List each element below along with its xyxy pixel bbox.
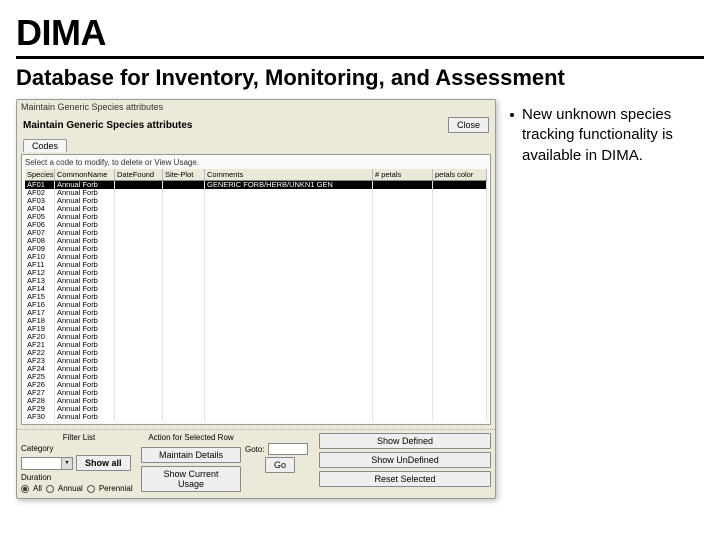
table-row[interactable]: AF05Annual Forb xyxy=(25,213,487,221)
table-row[interactable]: AF29Annual Forb xyxy=(25,405,487,413)
table-row[interactable]: AF08Annual Forb xyxy=(25,237,487,245)
col-comments[interactable]: Comments xyxy=(205,169,373,180)
show-all-button[interactable]: Show all xyxy=(76,455,131,471)
window-titlebar: Maintain Generic Species attributes xyxy=(17,100,495,114)
filter-title: Filter List xyxy=(21,433,137,442)
radio-all[interactable] xyxy=(21,485,29,493)
table-row[interactable]: AF01Annual ForbGENERIC FORB/HERB/UNKN1 G… xyxy=(25,181,487,189)
show-undefined-button[interactable]: Show UnDefined xyxy=(319,452,491,468)
go-button[interactable]: Go xyxy=(265,457,295,473)
table-row[interactable]: AF23Annual Forb xyxy=(25,357,487,365)
show-usage-button[interactable]: Show Current Usage xyxy=(141,466,241,492)
reset-selected-button[interactable]: Reset Selected xyxy=(319,471,491,487)
grid-body[interactable]: AF01Annual ForbGENERIC FORB/HERB/UNKN1 G… xyxy=(25,181,487,421)
slide-subtitle: Database for Inventory, Monitoring, and … xyxy=(16,65,704,91)
form-heading: Maintain Generic Species attributes xyxy=(23,120,442,131)
table-row[interactable]: AF11Annual Forb xyxy=(25,261,487,269)
maintain-details-button[interactable]: Maintain Details xyxy=(141,447,241,463)
radio-all-label: All xyxy=(33,484,42,493)
bullet-icon xyxy=(510,113,514,117)
col-petals[interactable]: # petals xyxy=(373,169,433,180)
chevron-down-icon: ▾ xyxy=(61,458,72,469)
bullet-area: New unknown species tracking functionali… xyxy=(510,99,704,499)
table-row[interactable]: AF27Annual Forb xyxy=(25,389,487,397)
table-row[interactable]: AF30Annual Forb xyxy=(25,413,487,421)
table-row[interactable]: AF20Annual Forb xyxy=(25,333,487,341)
col-siteplot[interactable]: Site-Plot xyxy=(163,169,205,180)
table-row[interactable]: AF15Annual Forb xyxy=(25,293,487,301)
title-divider xyxy=(16,56,704,59)
table-row[interactable]: AF04Annual Forb xyxy=(25,205,487,213)
table-row[interactable]: AF09Annual Forb xyxy=(25,245,487,253)
table-row[interactable]: AF12Annual Forb xyxy=(25,269,487,277)
table-row[interactable]: AF03Annual Forb xyxy=(25,197,487,205)
table-row[interactable]: AF16Annual Forb xyxy=(25,301,487,309)
table-row[interactable]: AF14Annual Forb xyxy=(25,285,487,293)
instruction-text: Select a code to modify, to delete or Vi… xyxy=(25,158,487,167)
col-species[interactable]: Species xyxy=(25,169,55,180)
tab-codes[interactable]: Codes xyxy=(23,139,67,152)
app-window: Maintain Generic Species attributes Main… xyxy=(16,99,496,499)
col-petalscolor[interactable]: petals color xyxy=(433,169,487,180)
category-combo[interactable]: ▾ xyxy=(21,457,73,470)
table-row[interactable]: AF18Annual Forb xyxy=(25,317,487,325)
radio-annual[interactable] xyxy=(46,485,54,493)
table-row[interactable]: AF21Annual Forb xyxy=(25,341,487,349)
table-row[interactable]: AF13Annual Forb xyxy=(25,277,487,285)
bullet-text: New unknown species tracking functionali… xyxy=(522,105,704,166)
goto-input[interactable] xyxy=(268,443,308,455)
col-datefound[interactable]: DateFound xyxy=(115,169,163,180)
show-defined-button[interactable]: Show Defined xyxy=(319,433,491,449)
table-row[interactable]: AF10Annual Forb xyxy=(25,253,487,261)
table-row[interactable]: AF22Annual Forb xyxy=(25,349,487,357)
table-row[interactable]: AF28Annual Forb xyxy=(25,397,487,405)
category-label: Category xyxy=(21,444,53,453)
table-row[interactable]: AF07Annual Forb xyxy=(25,229,487,237)
table-row[interactable]: AF02Annual Forb xyxy=(25,189,487,197)
table-row[interactable]: AF17Annual Forb xyxy=(25,309,487,317)
grid-header: Species CommonName DateFound Site-Plot C… xyxy=(25,169,487,181)
table-row[interactable]: AF25Annual Forb xyxy=(25,373,487,381)
slide-title: DIMA xyxy=(16,12,704,54)
table-row[interactable]: AF19Annual Forb xyxy=(25,325,487,333)
radio-perennial-label: Perennial xyxy=(99,484,133,493)
action-title: Action for Selected Row xyxy=(141,433,241,442)
duration-label: Duration xyxy=(21,473,51,482)
radio-annual-label: Annual xyxy=(58,484,83,493)
close-button[interactable]: Close xyxy=(448,117,489,133)
table-row[interactable]: AF06Annual Forb xyxy=(25,221,487,229)
col-commonname[interactable]: CommonName xyxy=(55,169,115,180)
goto-label: Goto: xyxy=(245,445,265,454)
table-row[interactable]: AF26Annual Forb xyxy=(25,381,487,389)
radio-perennial[interactable] xyxy=(87,485,95,493)
table-row[interactable]: AF24Annual Forb xyxy=(25,365,487,373)
